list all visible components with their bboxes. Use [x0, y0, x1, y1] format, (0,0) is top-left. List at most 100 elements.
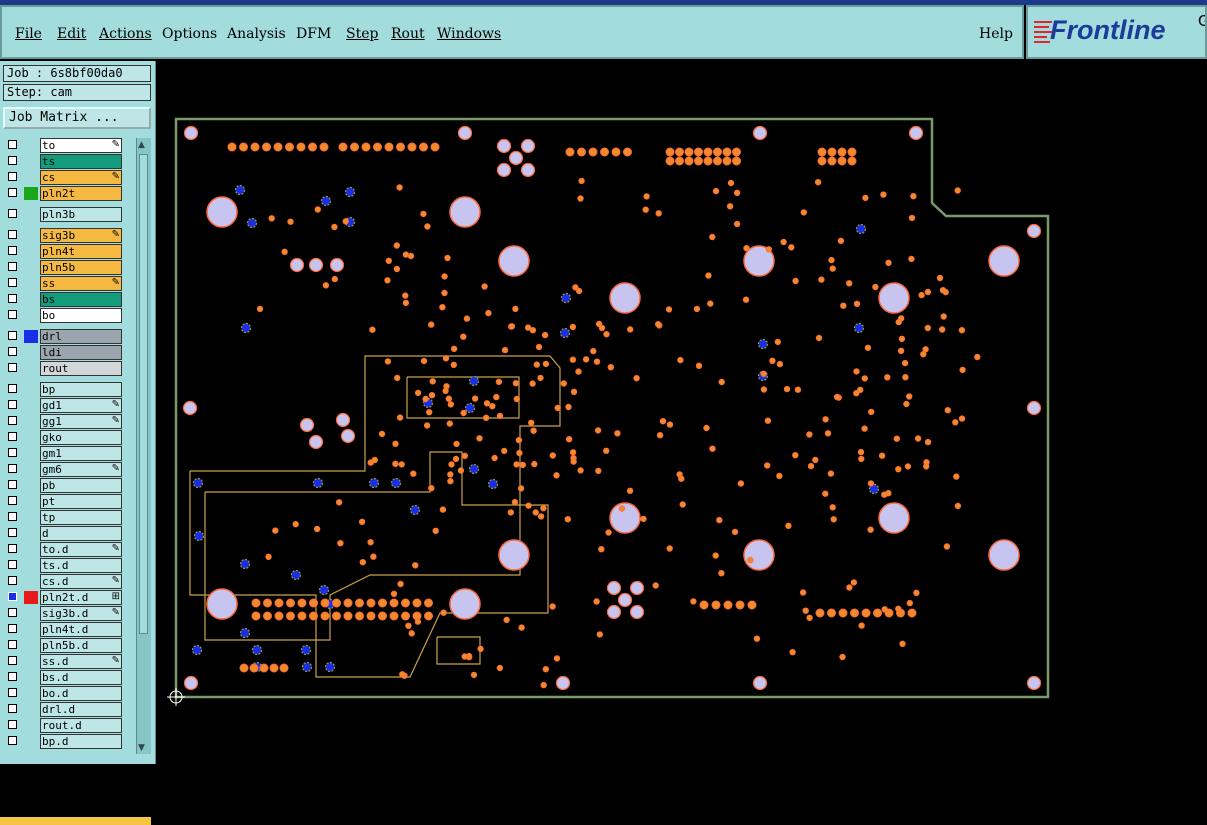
- layer-row-sig3b-d[interactable]: sig3b.d ✎: [3, 606, 125, 621]
- layer-row-cs[interactable]: cs ✎: [3, 170, 125, 185]
- layer-checkbox[interactable]: [8, 310, 17, 319]
- layer-label[interactable]: bp: [40, 382, 122, 397]
- menu-analysis[interactable]: Analysis: [227, 26, 286, 42]
- layer-row-drl-d[interactable]: drl.d: [3, 702, 125, 717]
- layer-checkbox[interactable]: [8, 704, 17, 713]
- layer-label[interactable]: pln5b: [40, 260, 122, 275]
- layer-label[interactable]: tp: [40, 510, 122, 525]
- layer-checkbox[interactable]: [8, 688, 17, 697]
- layer-row-rout[interactable]: rout: [3, 361, 125, 376]
- layer-checkbox[interactable]: [8, 230, 17, 239]
- layer-label[interactable]: pt: [40, 494, 122, 509]
- layer-label[interactable]: bs.d: [40, 670, 122, 685]
- layer-checkbox[interactable]: [8, 294, 17, 303]
- menu-dfm[interactable]: DFM: [296, 26, 331, 42]
- layer-checkbox[interactable]: [8, 432, 17, 441]
- layer-label[interactable]: cs: [40, 170, 122, 185]
- layer-label[interactable]: to: [40, 138, 122, 153]
- layer-row-ts-d[interactable]: ts.d: [3, 558, 125, 573]
- layer-label[interactable]: drl: [40, 329, 122, 344]
- layer-row-gg1[interactable]: gg1 ✎: [3, 414, 125, 429]
- layer-row-pln5b[interactable]: pln5b: [3, 260, 125, 275]
- layer-checkbox[interactable]: [8, 720, 17, 729]
- layer-row-drl[interactable]: drl: [3, 329, 125, 344]
- layer-row-pln2t[interactable]: pln2t: [3, 186, 125, 201]
- layer-row-bp-d[interactable]: bp.d: [3, 734, 125, 749]
- layer-row-bo-d[interactable]: bo.d: [3, 686, 125, 701]
- layer-label[interactable]: bo.d: [40, 686, 122, 701]
- layer-label[interactable]: gko: [40, 430, 122, 445]
- layer-row-bp[interactable]: bp: [3, 382, 125, 397]
- layer-label[interactable]: ldi: [40, 345, 122, 360]
- layer-checkbox[interactable]: [8, 608, 17, 617]
- layer-checkbox[interactable]: [8, 512, 17, 521]
- layer-label[interactable]: cs.d: [40, 574, 122, 589]
- layer-row-gko[interactable]: gko: [3, 430, 125, 445]
- layer-label[interactable]: rout.d: [40, 718, 122, 733]
- layer-checkbox[interactable]: [8, 172, 17, 181]
- layer-checkbox[interactable]: [8, 464, 17, 473]
- layer-label[interactable]: sig3b: [40, 228, 122, 243]
- layer-row-bs[interactable]: bs: [3, 292, 125, 307]
- layer-checkbox[interactable]: [8, 624, 17, 633]
- layer-checkbox[interactable]: [8, 560, 17, 569]
- layer-checkbox[interactable]: [8, 140, 17, 149]
- layer-label[interactable]: bp.d: [40, 734, 122, 749]
- layer-list-scrollbar[interactable]: ▲ ▼: [136, 138, 151, 754]
- layer-label[interactable]: pb: [40, 478, 122, 493]
- layer-checkbox[interactable]: [8, 262, 17, 271]
- layer-checkbox[interactable]: [8, 672, 17, 681]
- layer-row-pt[interactable]: pt: [3, 494, 125, 509]
- layer-checkbox[interactable]: [8, 331, 17, 340]
- layer-row-pln4t[interactable]: pln4t: [3, 244, 125, 259]
- layer-label[interactable]: rout: [40, 361, 122, 376]
- layer-label[interactable]: bo: [40, 308, 122, 323]
- layer-label[interactable]: gg1: [40, 414, 122, 429]
- layer-row-ss-d[interactable]: ss.d ✎: [3, 654, 125, 669]
- layer-label[interactable]: pln5b.d: [40, 638, 122, 653]
- layer-checkbox[interactable]: [8, 448, 17, 457]
- menu-step[interactable]: Step: [346, 26, 378, 42]
- layer-label[interactable]: gm6: [40, 462, 122, 477]
- layer-row-pln4t-d[interactable]: pln4t.d: [3, 622, 125, 637]
- layer-checkbox[interactable]: [8, 736, 17, 745]
- layer-row-to-d[interactable]: to.d ✎: [3, 542, 125, 557]
- layer-checkbox[interactable]: [8, 480, 17, 489]
- layer-row-rout-d[interactable]: rout.d: [3, 718, 125, 733]
- layer-row-d[interactable]: d: [3, 526, 125, 541]
- layer-row-ts[interactable]: ts: [3, 154, 125, 169]
- layer-label[interactable]: pln3b: [40, 207, 122, 222]
- layer-row-tp[interactable]: tp: [3, 510, 125, 525]
- layer-checkbox[interactable]: [8, 363, 17, 372]
- layer-checkbox[interactable]: [8, 384, 17, 393]
- layer-row-pln3b[interactable]: pln3b: [3, 207, 125, 222]
- scroll-thumb[interactable]: [139, 154, 148, 634]
- menu-actions[interactable]: Actions: [99, 26, 152, 42]
- layer-row-cs-d[interactable]: cs.d ✎: [3, 574, 125, 589]
- layer-row-gm6[interactable]: gm6 ✎: [3, 462, 125, 477]
- menu-rout[interactable]: Rout: [391, 26, 425, 42]
- layer-label[interactable]: to.d: [40, 542, 122, 557]
- menu-file[interactable]: File: [15, 26, 42, 42]
- layer-label[interactable]: ts.d: [40, 558, 122, 573]
- layer-row-ldi[interactable]: ldi: [3, 345, 125, 360]
- layer-row-bs-d[interactable]: bs.d: [3, 670, 125, 685]
- menu-windows[interactable]: Windows: [437, 26, 501, 42]
- layer-checkbox[interactable]: [8, 576, 17, 585]
- layer-label[interactable]: pln4t.d: [40, 622, 122, 637]
- menu-edit[interactable]: Edit: [57, 26, 86, 42]
- layer-label[interactable]: sig3b.d: [40, 606, 122, 621]
- layer-checkbox[interactable]: [8, 544, 17, 553]
- layer-checkbox[interactable]: [8, 246, 17, 255]
- layer-row-pb[interactable]: pb: [3, 478, 125, 493]
- layer-row-to[interactable]: to ✎: [3, 138, 125, 153]
- pcb-canvas[interactable]: [156, 61, 1207, 764]
- layer-row-sig3b[interactable]: sig3b ✎: [3, 228, 125, 243]
- layer-checkbox[interactable]: [8, 278, 17, 287]
- layer-label[interactable]: pln2t: [40, 186, 122, 201]
- layer-label[interactable]: gm1: [40, 446, 122, 461]
- menu-help[interactable]: Help: [979, 26, 1013, 42]
- layer-label[interactable]: pln2t.d: [40, 590, 122, 605]
- layer-checkbox[interactable]: [8, 656, 17, 665]
- layer-checkbox[interactable]: [8, 592, 17, 601]
